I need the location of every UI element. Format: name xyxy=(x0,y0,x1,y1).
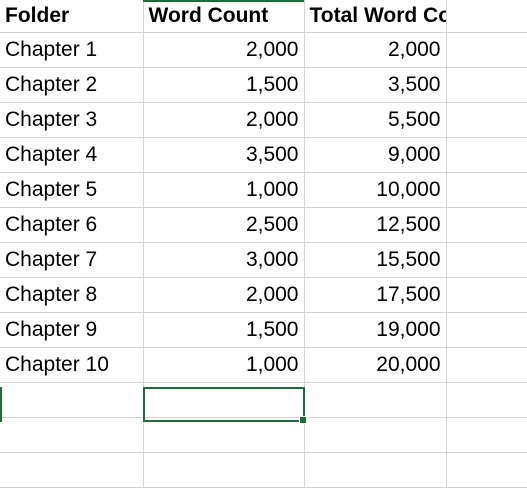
cell-word-count[interactable]: 2,000 xyxy=(143,102,305,138)
table-row[interactable]: Chapter 3 2,000 5,500 xyxy=(0,102,527,138)
cell-total-word-count[interactable]: 3,500 xyxy=(304,67,447,103)
cell-folder[interactable]: Chapter 4 xyxy=(0,137,144,173)
table-header-row: Folder Word Count Total Word Count xyxy=(0,0,527,33)
active-cell-selection[interactable] xyxy=(143,387,305,422)
cell-extra[interactable] xyxy=(446,207,527,243)
table-row[interactable]: Chapter 10 1,000 20,000 xyxy=(0,347,527,383)
table-row[interactable]: Chapter 7 3,000 15,500 xyxy=(0,242,527,278)
cell-word-count[interactable]: 1,000 xyxy=(143,172,305,208)
cell-total-word-count[interactable]: 12,500 xyxy=(304,207,447,243)
cell-total-word-count[interactable] xyxy=(304,382,447,418)
cell-folder[interactable]: Chapter 1 xyxy=(0,32,144,68)
cell-total-word-count[interactable]: 10,000 xyxy=(304,172,447,208)
cell-folder[interactable]: Chapter 8 xyxy=(0,277,144,313)
spreadsheet-grid[interactable]: Folder Word Count Total Word Count Chapt… xyxy=(0,0,527,500)
cell-extra[interactable] xyxy=(446,172,527,208)
cell-folder[interactable] xyxy=(0,452,144,488)
cell-extra[interactable] xyxy=(446,67,527,103)
cell-extra[interactable] xyxy=(446,137,527,173)
cell-total-word-count[interactable]: 15,500 xyxy=(304,242,447,278)
cell-word-count[interactable]: 1,500 xyxy=(143,67,305,103)
cell-extra[interactable] xyxy=(446,312,527,348)
cell-total-word-count[interactable]: 9,000 xyxy=(304,137,447,173)
cell-extra[interactable] xyxy=(446,277,527,313)
cell-extra[interactable] xyxy=(446,102,527,138)
column-header-total-word-count[interactable]: Total Word Count xyxy=(304,0,447,33)
cell-extra[interactable] xyxy=(446,32,527,68)
cell-total-word-count[interactable] xyxy=(304,417,447,453)
column-header-empty[interactable] xyxy=(446,0,527,33)
clipped-selection-edge-top xyxy=(143,0,304,2)
table-row[interactable]: Chapter 1 2,000 2,000 xyxy=(0,32,527,68)
cell-word-count[interactable]: 3,000 xyxy=(143,242,305,278)
cell-word-count[interactable]: 3,500 xyxy=(143,137,305,173)
column-header-word-count[interactable]: Word Count xyxy=(143,0,305,33)
cell-folder[interactable]: Chapter 6 xyxy=(0,207,144,243)
cell-folder[interactable]: Chapter 5 xyxy=(0,172,144,208)
table-row[interactable] xyxy=(0,452,527,488)
fill-handle[interactable] xyxy=(299,416,307,424)
cell-total-word-count[interactable] xyxy=(304,452,447,488)
table-row[interactable]: Chapter 9 1,500 19,000 xyxy=(0,312,527,348)
cell-extra[interactable] xyxy=(446,382,527,418)
table-row[interactable]: Chapter 8 2,000 17,500 xyxy=(0,277,527,313)
cell-folder[interactable]: Chapter 3 xyxy=(0,102,144,138)
cell-extra[interactable] xyxy=(446,417,527,453)
cell-total-word-count[interactable]: 5,500 xyxy=(304,102,447,138)
cell-extra[interactable] xyxy=(446,347,527,383)
table-row[interactable]: Chapter 4 3,500 9,000 xyxy=(0,137,527,173)
cell-word-count[interactable]: 2,000 xyxy=(143,32,305,68)
cell-folder[interactable] xyxy=(0,382,144,418)
cell-word-count[interactable] xyxy=(143,452,305,488)
table-row[interactable]: Chapter 5 1,000 10,000 xyxy=(0,172,527,208)
cell-total-word-count[interactable]: 17,500 xyxy=(304,277,447,313)
cell-folder[interactable]: Chapter 10 xyxy=(0,347,144,383)
column-header-folder[interactable]: Folder xyxy=(0,0,144,33)
cell-extra[interactable] xyxy=(446,452,527,488)
cell-folder[interactable]: Chapter 7 xyxy=(0,242,144,278)
cell-word-count[interactable]: 1,500 xyxy=(143,312,305,348)
table-row[interactable]: Chapter 2 1,500 3,500 xyxy=(0,67,527,103)
cell-word-count[interactable]: 1,000 xyxy=(143,347,305,383)
clipped-selection-edge-left xyxy=(0,387,2,422)
cell-folder[interactable]: Chapter 9 xyxy=(0,312,144,348)
cell-extra[interactable] xyxy=(446,242,527,278)
cell-total-word-count[interactable]: 19,000 xyxy=(304,312,447,348)
cell-word-count[interactable]: 2,000 xyxy=(143,277,305,313)
table-row[interactable] xyxy=(0,417,527,453)
cell-total-word-count[interactable]: 20,000 xyxy=(304,347,447,383)
cell-word-count[interactable]: 2,500 xyxy=(143,207,305,243)
cell-total-word-count[interactable]: 2,000 xyxy=(304,32,447,68)
cell-word-count[interactable] xyxy=(143,417,305,453)
cell-folder[interactable] xyxy=(0,417,144,453)
cell-folder[interactable]: Chapter 2 xyxy=(0,67,144,103)
table-row[interactable]: Chapter 6 2,500 12,500 xyxy=(0,207,527,243)
